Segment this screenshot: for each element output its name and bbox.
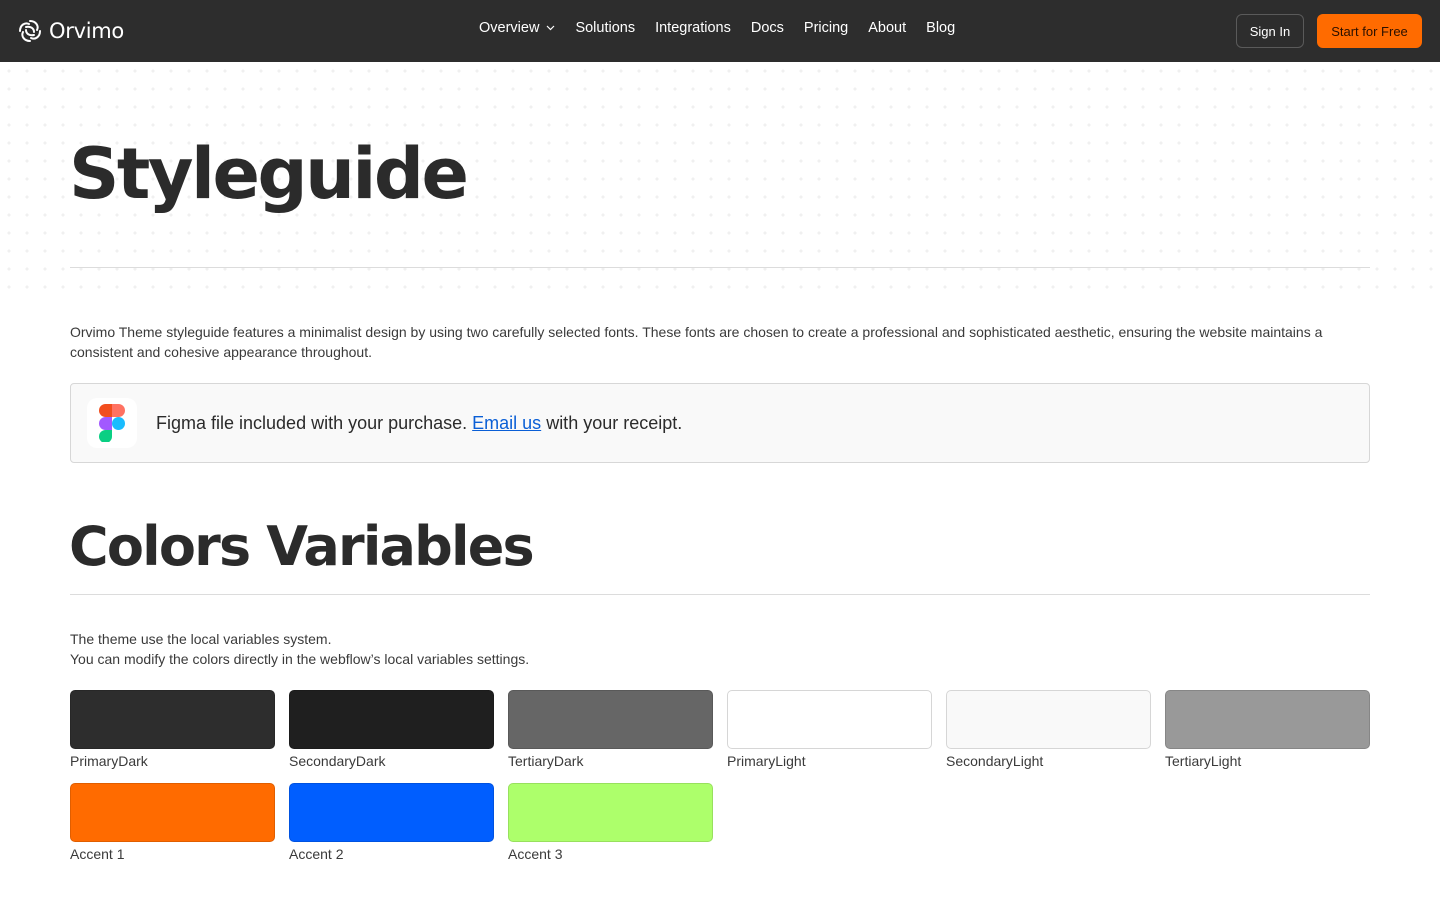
- figma-notice: Figma file included with your purchase. …: [70, 383, 1370, 463]
- nav-blog[interactable]: Blog: [926, 20, 955, 36]
- swatch-label: SecondaryDark: [289, 753, 386, 769]
- orvimo-logo-icon: [19, 20, 41, 42]
- swatch-color-secondary-light: [946, 690, 1151, 749]
- swatch-color-accent-2: [289, 783, 494, 842]
- top-navbar: Orvimo Overview Solutions Integrations D…: [0, 0, 1440, 62]
- nav-about[interactable]: About: [868, 20, 906, 36]
- page-title: Styleguide: [69, 133, 469, 215]
- swatch-color-accent-3: [508, 783, 713, 842]
- color-swatch: SecondaryLight: [946, 690, 1151, 770]
- swatch-color-tertiary-dark: [508, 690, 713, 749]
- color-swatch: SecondaryDark: [289, 690, 494, 770]
- swatch-label: PrimaryLight: [727, 753, 806, 769]
- figma-text-before: Figma file included with your purchase.: [156, 413, 473, 433]
- nav-integrations[interactable]: Integrations: [655, 20, 731, 36]
- swatch-label: PrimaryDark: [70, 753, 148, 769]
- swatch-label: Accent 2: [289, 846, 344, 862]
- swatch-color-tertiary-light: [1165, 690, 1370, 749]
- color-swatch: PrimaryLight: [727, 690, 932, 770]
- chevron-down-icon: [547, 25, 555, 31]
- figma-notice-text: Figma file included with your purchase. …: [156, 412, 682, 434]
- brand[interactable]: Orvimo: [17, 17, 124, 45]
- color-swatch: Accent 2: [289, 783, 494, 863]
- figma-text-after: with your receipt.: [541, 413, 683, 433]
- email-us-link[interactable]: Email us: [472, 413, 541, 433]
- colors-section-title: Colors Variables: [69, 515, 535, 578]
- swatch-label: Accent 3: [508, 846, 563, 862]
- swatch-color-primary-light: [727, 690, 932, 749]
- color-swatch: TertiaryDark: [508, 690, 713, 770]
- swatch-label: TertiaryLight: [1165, 753, 1242, 769]
- colors-desc-line-2: You can modify the colors directly in th…: [70, 651, 530, 667]
- swatch-label: SecondaryLight: [946, 753, 1044, 769]
- swatch-color-secondary-dark: [289, 690, 494, 749]
- color-swatch: PrimaryDark: [70, 690, 275, 770]
- nav-overview[interactable]: Overview: [479, 20, 555, 36]
- nav-pricing[interactable]: Pricing: [804, 20, 848, 36]
- nav-overview-label: Overview: [479, 20, 540, 36]
- color-swatch: Accent 3: [508, 783, 713, 863]
- start-for-free-button[interactable]: Start for Free: [1317, 14, 1422, 48]
- brand-name: Orvimo: [49, 19, 124, 43]
- swatch-label: TertiaryDark: [508, 753, 584, 769]
- color-swatch: TertiaryLight: [1165, 690, 1370, 770]
- color-swatch: Accent 1: [70, 783, 275, 863]
- swatch-color-primary-dark: [70, 690, 275, 749]
- swatch-label: Accent 1: [70, 846, 125, 862]
- colors-description: The theme use the local variables system…: [70, 629, 529, 669]
- figma-icon: [99, 404, 125, 442]
- intro-paragraph: Orvimo Theme styleguide features a minim…: [70, 324, 1323, 360]
- swatch-color-accent-1: [70, 783, 275, 842]
- figma-icon-wrapper: [87, 398, 137, 448]
- nav-docs[interactable]: Docs: [751, 20, 784, 36]
- sign-in-button[interactable]: Sign In: [1236, 14, 1304, 48]
- colors-desc-line-1: The theme use the local variables system…: [70, 631, 332, 647]
- divider: [70, 267, 1370, 268]
- divider: [70, 594, 1370, 595]
- main-nav: Overview Solutions Integrations Docs Pri…: [479, 20, 975, 36]
- nav-solutions[interactable]: Solutions: [575, 20, 635, 36]
